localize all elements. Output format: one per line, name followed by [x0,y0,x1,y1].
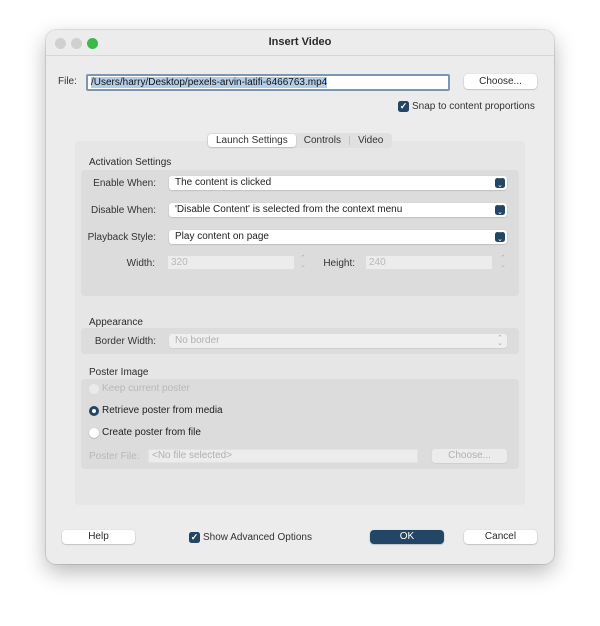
file-path-value: /Users/harry/Desktop/pexels-arvin-latifi… [91,77,328,88]
settings-tabs: Launch Settings Controls Video [207,133,393,148]
select-arrows-icon: ⌃ ⌄ [495,204,505,216]
select-arrows-icon: ⌃ ⌄ [495,231,505,243]
retrieve-poster-radio[interactable] [89,406,99,416]
appearance-group: Border Width: No border ⌃ ⌄ [81,328,519,354]
border-width-label: Border Width: [94,336,156,347]
snap-proportions-label: Snap to content proportions [412,101,535,112]
height-stepper[interactable]: ⌃ ⌄ [499,255,507,270]
select-arrows-icon: ⌃ ⌄ [495,177,505,189]
activation-settings-title: Activation Settings [89,157,172,168]
poster-file-input[interactable]: <No file selected> [148,449,418,463]
height-input[interactable]: 240 [365,255,493,270]
keep-current-poster-radio[interactable] [89,384,99,394]
create-poster-label: Create poster from file [102,427,201,438]
appearance-title: Appearance [89,317,143,328]
choose-file-button[interactable]: Choose... [464,74,537,89]
playback-style-value: Play content on page [175,231,269,242]
tab-launch-settings[interactable]: Launch Settings [208,134,296,147]
tab-controls[interactable]: Controls [296,134,349,147]
poster-image-title: Poster Image [89,367,149,378]
keep-current-poster-label: Keep current poster [102,383,190,394]
poster-choose-button[interactable]: Choose... [432,449,507,463]
poster-file-label: Poster File: [89,451,140,462]
show-advanced-label: Show Advanced Options [203,532,312,543]
retrieve-poster-label: Retrieve poster from media [102,405,223,416]
disable-when-label: Disable When: [90,205,156,216]
file-label: File: [58,76,77,87]
activation-settings-group: Enable When: The content is clicked ⌃ ⌄ D… [81,170,519,296]
enable-when-value: The content is clicked [175,177,272,188]
disable-when-select[interactable]: 'Disable Content' is selected from the c… [169,203,507,217]
playback-style-select[interactable]: Play content on page ⌃ ⌄ [169,230,507,244]
border-width-value: No border [175,335,220,346]
insert-video-dialog: Insert Video File: /Users/harry/Desktop/… [46,30,554,564]
show-advanced-checkbox[interactable]: ✓ [189,532,200,543]
enable-when-select[interactable]: The content is clicked ⌃ ⌄ [169,176,507,190]
height-label: Height: [323,258,355,269]
disable-when-value: 'Disable Content' is selected from the c… [175,204,403,215]
playback-style-label: Playback Style: [87,232,156,243]
help-button[interactable]: Help [62,530,135,544]
poster-image-group: Keep current poster Retrieve poster from… [81,379,519,469]
title-bar: Insert Video [46,30,554,56]
launch-settings-panel: Activation Settings Enable When: The con… [75,141,525,505]
cancel-button[interactable]: Cancel [464,530,537,544]
enable-when-label: Enable When: [93,178,156,189]
select-arrows-icon: ⌃ ⌄ [497,335,503,347]
width-input[interactable]: 320 [167,255,295,270]
create-poster-radio[interactable] [89,428,99,438]
border-width-select[interactable]: No border ⌃ ⌄ [169,334,507,348]
ok-button[interactable]: OK [370,530,444,544]
snap-proportions-checkbox[interactable]: ✓ [398,101,409,112]
tab-video[interactable]: Video [350,134,391,147]
file-path-input[interactable]: /Users/harry/Desktop/pexels-arvin-latifi… [86,74,450,91]
width-label: Width: [126,258,155,269]
window-title: Insert Video [268,36,332,48]
